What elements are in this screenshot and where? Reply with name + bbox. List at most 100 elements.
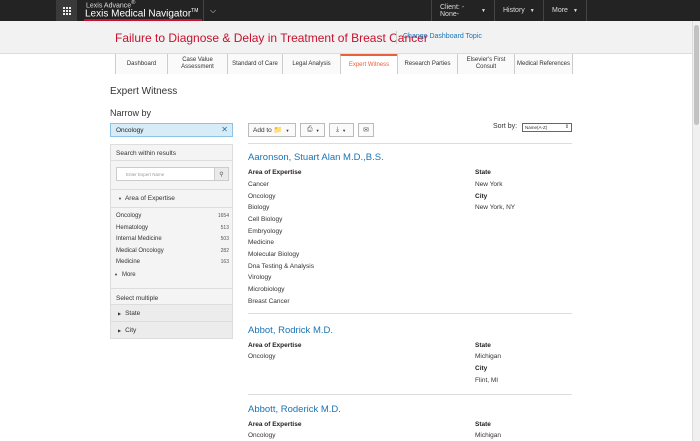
caret-right-icon: ▶ (118, 328, 122, 333)
state-label: State (475, 342, 491, 349)
narrow-by-heading: Narrow by (110, 108, 152, 118)
state-filter-toggle[interactable]: ▶ State (111, 304, 232, 321)
change-dashboard-topic-link[interactable]: Change Dashboard Topic (403, 33, 482, 40)
add-to-button[interactable]: Add to 📁 ▼ (248, 123, 296, 137)
expert-name-link[interactable]: Abbot, Rodrick M.D. (248, 325, 333, 336)
caret-down-icon: ▼ (285, 127, 290, 133)
more-label: More (552, 7, 568, 14)
city-filter-toggle[interactable]: ▶ City (111, 321, 232, 338)
expertise-item: Medicine (248, 239, 275, 246)
top-navigation-bar: Lexis Advance® Lexis Medical NavigatorTM… (0, 0, 700, 21)
sort-select[interactable]: Name(A-Z) ⇕ (522, 123, 572, 132)
expert-name-link[interactable]: Abbott, Roderick M.D. (248, 404, 341, 415)
caret-down-icon: ▼ (481, 7, 486, 14)
aoe-item-count: 1654 (217, 213, 229, 219)
search-icon[interactable]: ⚲ (214, 168, 228, 180)
expertise-item: Virology (248, 274, 272, 281)
expertise-item: Breast Cancer (248, 298, 290, 305)
aoe-item-count: 513 (220, 225, 229, 231)
state-value: Michigan (475, 353, 502, 360)
divider (111, 207, 232, 208)
state-label: State (475, 421, 491, 428)
city-label: City (475, 365, 488, 372)
tab-standard-of-care[interactable]: Standard of Care (227, 54, 282, 74)
city-label: City (475, 193, 488, 200)
aoe-item-medical-oncology[interactable]: Medical Oncology 282 (116, 248, 229, 254)
expertise-item: Oncology (248, 353, 276, 360)
tab-medical-references[interactable]: Medical References (514, 54, 573, 74)
search-placeholder: Enter Expert Name (126, 172, 165, 177)
area-of-expertise-heading: Area of Expertise (124, 195, 175, 202)
aoe-item-medicine[interactable]: Medicine 163 (116, 259, 229, 265)
divider (111, 288, 232, 289)
caret-down-icon: ▼ (529, 7, 535, 14)
expertise-item: Embryology (248, 228, 283, 235)
state-value: Michigan (475, 432, 502, 439)
history-menu[interactable]: History ▼ (494, 0, 543, 21)
expertise-item: Oncology (248, 193, 276, 200)
aoe-item-count: 163 (220, 259, 229, 265)
expertise-item: Microbiology (248, 286, 285, 293)
more-link[interactable]: ▼ More (114, 272, 136, 278)
dashboard-tabs: Dashboard Case Value Assessment Standard… (115, 54, 573, 74)
divider (248, 313, 572, 314)
download-icon: ⤓ (336, 126, 340, 133)
results-toolbar: Add to 📁 ▼ ⎙ ▼ ⤓ ▼ ✉ (248, 123, 374, 137)
tab-legal-analysis[interactable]: Legal Analysis (282, 54, 340, 74)
add-to-label: Add to (253, 126, 272, 134)
close-icon[interactable]: ✕ (221, 125, 228, 134)
scrollbar-thumb[interactable] (694, 25, 699, 125)
sort-select-value: Name(A-Z) (525, 125, 548, 130)
tab-first-consult[interactable]: Elsevier's First Consult (457, 54, 514, 74)
area-of-expertise-label: Area of Expertise (248, 421, 302, 428)
expertise-item: Oncology (248, 432, 276, 439)
aoe-item-label: Medicine (116, 259, 141, 265)
city-value: Flint, MI (475, 377, 499, 384)
email-icon: ✉ (363, 127, 369, 134)
divider (248, 394, 572, 395)
search-within-heading: Search within results (111, 145, 232, 161)
expertise-item: Cell Biology (248, 216, 283, 223)
caret-right-icon: ▶ (118, 311, 122, 316)
brand-main-text: Lexis Medical NavigatorTM (85, 8, 199, 20)
more-label: More (121, 272, 136, 278)
dashboard-header: Failure to Diagnose & Delay in Treatment… (0, 21, 700, 54)
client-label: Client: -None- (440, 3, 465, 18)
expertise-item: Dna Testing & Analysis (248, 263, 314, 270)
tab-research-parties[interactable]: Research Parties (397, 54, 457, 74)
tab-case-value-assessment[interactable]: Case Value Assessment (167, 54, 227, 74)
chevron-down-icon: ⇕ (564, 124, 569, 130)
app-grid-button[interactable] (56, 0, 77, 21)
expertise-item: Cancer (248, 181, 269, 188)
more-menu[interactable]: More ▼ (543, 0, 587, 21)
aoe-item-hematology[interactable]: Hematology 513 (116, 225, 229, 231)
tab-dashboard[interactable]: Dashboard (115, 54, 167, 74)
expertise-item: Molecular Biology (248, 251, 300, 258)
aoe-item-label: Internal Medicine (116, 236, 162, 242)
history-label: History (503, 7, 525, 14)
aoe-item-label: Medical Oncology (116, 248, 164, 254)
area-of-expertise-toggle[interactable]: ▼ Area of Expertise (118, 195, 175, 202)
expert-name-link[interactable]: Aaronson, Stuart Alan M.D.,B.S. (248, 152, 384, 163)
print-button[interactable]: ⎙ ▼ (300, 123, 325, 137)
download-button[interactable]: ⤓ ▼ (329, 123, 354, 137)
aoe-item-internal-medicine[interactable]: Internal Medicine 503 (116, 236, 229, 242)
caret-down-icon: ▼ (118, 196, 122, 201)
caret-down-icon: ▼ (572, 7, 578, 14)
divider (248, 143, 572, 144)
expert-name-search-input[interactable]: Enter Expert Name ⚲ (116, 167, 229, 181)
brand-logo[interactable]: Lexis Advance® Lexis Medical NavigatorTM (84, 0, 202, 21)
divider (396, 31, 397, 44)
page-scrollbar[interactable] (692, 21, 700, 441)
chevron-down-icon[interactable]: ⌵ (203, 0, 222, 21)
filter-chip-label: Oncology (116, 127, 144, 134)
folder-icon: 📁 (273, 127, 283, 134)
select-multiple-link[interactable]: Select multiple (116, 295, 158, 302)
aoe-item-oncology[interactable]: Oncology 1654 (116, 213, 229, 219)
city-filter-label: City (125, 327, 137, 334)
email-button[interactable]: ✉ (358, 123, 374, 137)
grid-icon (62, 6, 71, 15)
client-menu[interactable]: Client: -None- ▼ (431, 0, 494, 21)
state-value: New York (475, 181, 503, 188)
tab-expert-witness[interactable]: Expert Witness (340, 54, 397, 74)
